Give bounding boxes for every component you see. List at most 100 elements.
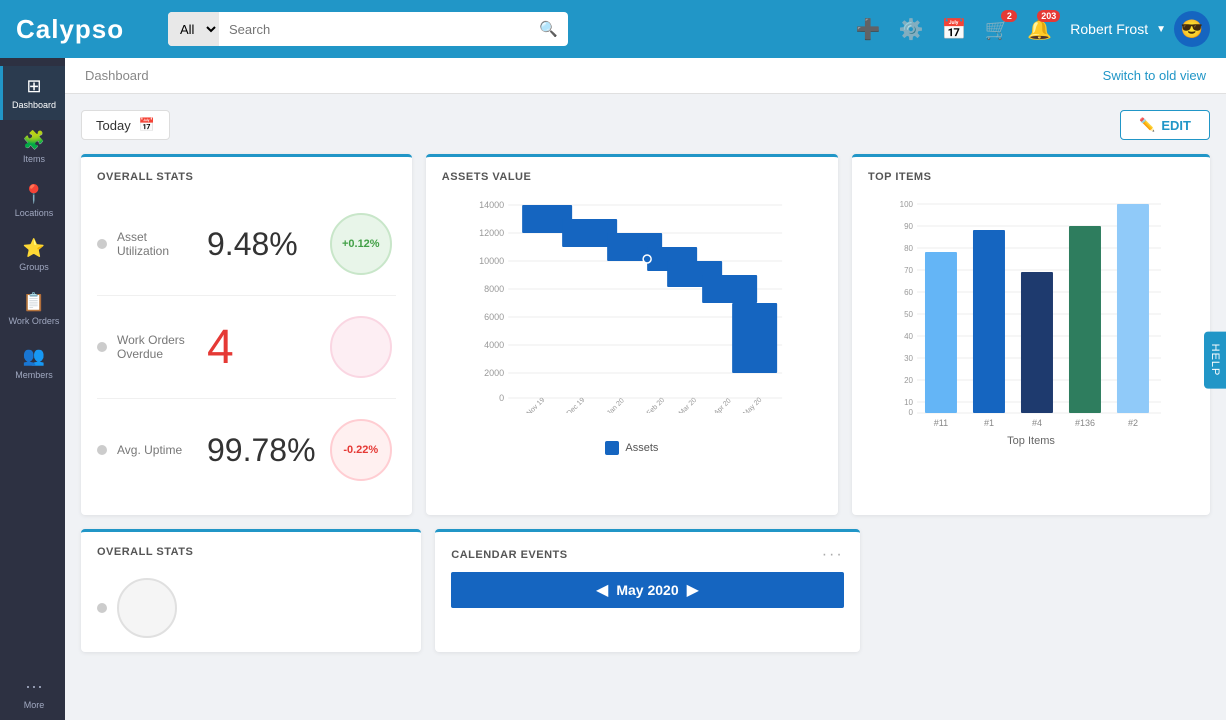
top-navigation: Calypso All 🔍 ➕ ⚙️ 📅 🛒 2 🔔 203 Robert Fr… [0,0,1226,58]
groups-icon: ⭐ [23,238,45,259]
stat-indicator-uptime [97,445,107,455]
calendar-icon: 📅 [942,17,967,42]
assets-chart-svg: 14000 12000 10000 8000 6000 4000 2000 0 [442,193,822,413]
stat-badge-overdue [326,312,396,382]
main-content: Dashboard Switch to old view Today 📅 ✏️ … [65,58,1226,720]
sidebar-item-dashboard[interactable]: ⊞ Dashboard [0,66,65,120]
stat-badge-utilization: +0.12% [326,209,396,279]
svg-text:30: 30 [904,354,913,363]
sidebar-label-members: Members [15,370,53,380]
settings-button[interactable]: ⚙️ [899,17,924,42]
calendar-events-title: CALENDAR EVENTS [451,549,567,561]
top-items-chart: 100 90 80 70 60 50 40 30 20 10 0 [868,193,1194,433]
utilization-badge: +0.12% [330,213,392,275]
calendar-next-button[interactable]: ▶ [687,580,699,600]
sidebar-label-workorders: Work Orders [9,316,60,326]
top-items-chart-label: Top Items [868,435,1194,447]
stat-indicator-overdue [97,342,107,352]
sidebar-label-locations: Locations [15,208,54,218]
svg-text:0: 0 [499,393,504,403]
svg-text:20: 20 [904,376,913,385]
sidebar-item-groups[interactable]: ⭐ Groups [0,228,65,282]
sidebar-label-groups: Groups [19,262,49,272]
user-menu[interactable]: Robert Frost ▼ 😎 [1070,11,1210,47]
main-layout: ⊞ Dashboard 🧩 Items 📍 Locations ⭐ Groups… [0,58,1226,720]
svg-text:#1: #1 [984,418,994,428]
top-widget-row: OVERALL STATS AssetUtilization 9.48% +0.… [81,154,1210,515]
pencil-icon: ✏️ [1139,117,1155,133]
calendar-prev-button[interactable]: ◀ [596,580,608,600]
stat-value-overdue: 4 [207,320,326,375]
stat-indicator-utilization [97,239,107,249]
assets-value-widget: ASSETS VALUE 14000 12000 10000 8000 6000… [426,154,838,515]
user-avatar: 😎 [1174,11,1210,47]
assets-value-chart: 14000 12000 10000 8000 6000 4000 2000 0 [442,193,822,433]
notification-button[interactable]: 🔔 203 [1027,17,1052,42]
sidebar-item-items[interactable]: 🧩 Items [0,120,65,174]
items-icon: 🧩 [23,130,45,151]
stat-row-overdue: Work OrdersOverdue 4 [97,296,396,399]
svg-text:0: 0 [909,408,914,417]
switch-view-link[interactable]: Switch to old view [1103,68,1206,83]
members-icon: 👥 [23,346,45,367]
sidebar-label-items: Items [23,154,45,164]
svg-text:10: 10 [904,398,913,407]
help-tab[interactable]: HELP [1204,332,1226,389]
legend-box [605,441,619,455]
sidebar-item-more[interactable]: ··· More [0,666,65,720]
svg-text:6000: 6000 [484,312,504,322]
date-picker-button[interactable]: Today 📅 [81,110,170,140]
svg-text:40: 40 [904,332,913,341]
cart-button[interactable]: 🛒 2 [984,17,1009,42]
chart-legend: Assets [442,441,822,455]
edit-label: EDIT [1161,118,1191,133]
sidebar-label-dashboard: Dashboard [12,100,56,110]
overall-stats-2-title: OVERALL STATS [97,546,405,558]
svg-text:#136: #136 [1075,418,1095,428]
svg-text:07 Mar 20: 07 Mar 20 [671,397,698,413]
overall-stats-title: OVERALL STATS [97,171,396,183]
overall-stats-2-content [97,568,405,638]
legend-label: Assets [625,442,658,454]
calendar-button[interactable]: 📅 [942,17,967,42]
svg-text:80: 80 [904,244,913,253]
calendar-month-label: May 2020 [616,582,678,598]
second-widget-row: OVERALL STATS CALENDAR EVENTS ··· ◀ May … [81,529,1210,652]
edit-button[interactable]: ✏️ EDIT [1120,110,1210,140]
svg-text:60: 60 [904,288,913,297]
stat-row-utilization: AssetUtilization 9.48% +0.12% [97,193,396,296]
svg-text:2000: 2000 [484,368,504,378]
top-items-svg: 100 90 80 70 60 50 40 30 20 10 0 [868,193,1194,433]
dropdown-icon: ▼ [1156,24,1166,35]
sidebar-item-workorders[interactable]: 📋 Work Orders [0,282,65,336]
sidebar-item-locations[interactable]: 📍 Locations [0,174,65,228]
gear-icon: ⚙️ [899,17,924,42]
svg-text:4000: 4000 [484,340,504,350]
search-button[interactable]: 🔍 [529,20,568,38]
svg-text:50: 50 [904,310,913,319]
svg-text:13 Dec 19: 13 Dec 19 [559,397,587,413]
calendar-picker-icon: 📅 [139,117,155,133]
add-button[interactable]: ➕ [856,17,881,42]
calendar-month-header: ◀ May 2020 ▶ [451,572,843,608]
search-bar: All 🔍 [168,12,568,46]
svg-text:#11: #11 [934,418,948,428]
svg-text:11 May 20: 11 May 20 [736,397,764,413]
cart-badge: 2 [1001,10,1017,22]
stat-label-utilization: AssetUtilization [117,230,207,258]
more-icon: ··· [25,676,43,697]
empty-widget-area [874,529,1210,652]
calendar-more-button[interactable]: ··· [822,546,844,564]
stat-value-utilization: 9.48% [207,226,326,263]
stat-row-uptime: Avg. Uptime 99.78% -0.22% [97,399,396,501]
topnav-icons: ➕ ⚙️ 📅 🛒 2 🔔 203 Robert Frost ▼ 😎 [856,11,1210,47]
sidebar-label-more: More [24,700,45,710]
search-input[interactable] [219,12,529,46]
svg-text:04 Apr 20: 04 Apr 20 [706,397,732,413]
dashboard-body: Today 📅 ✏️ EDIT OVERALL STATS Asse [65,94,1226,682]
sidebar-item-members[interactable]: 👥 Members [0,336,65,390]
plus-icon: ➕ [856,17,881,42]
overdue-badge [330,316,392,378]
search-filter-select[interactable]: All [168,12,219,46]
user-name: Robert Frost [1070,21,1148,37]
